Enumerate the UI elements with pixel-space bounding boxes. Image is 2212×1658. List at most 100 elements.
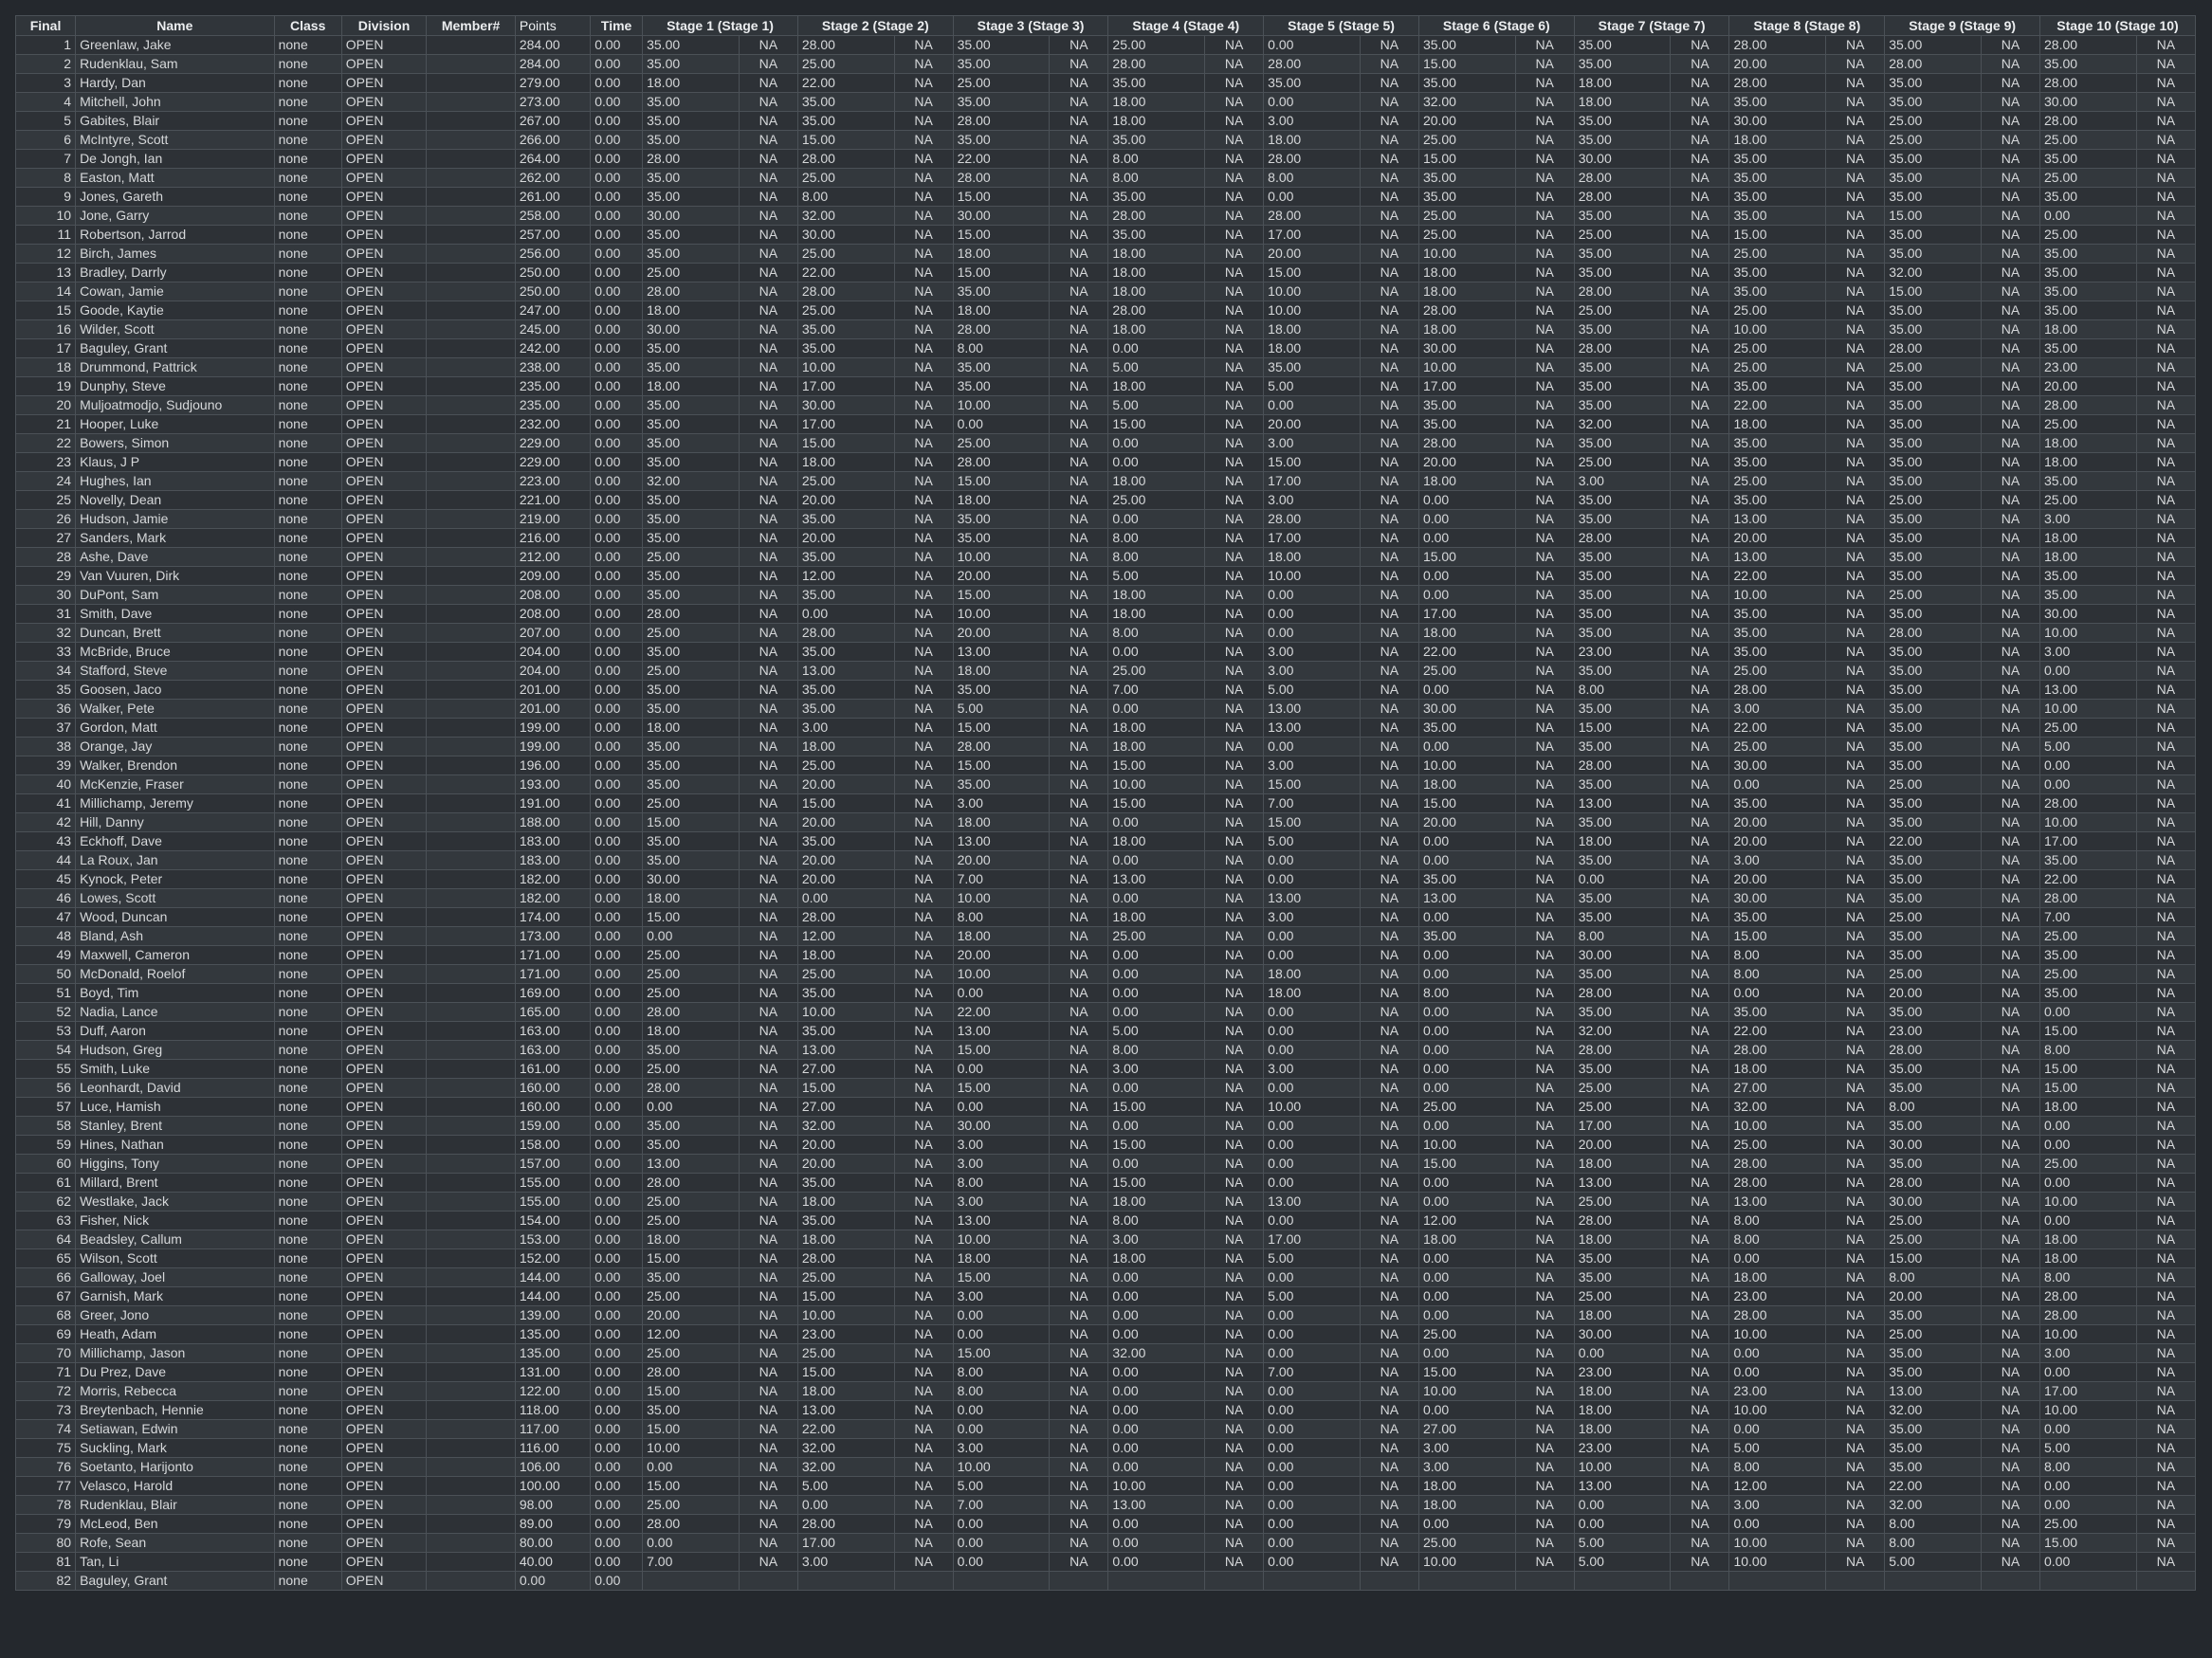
stage-na-cell: NA (1514, 263, 1575, 282)
stage-na-cell: NA (1825, 528, 1886, 548)
stage-na-cell: NA (1980, 831, 2041, 851)
stage-na-cell: NA (1670, 149, 1730, 169)
stage-na-cell: NA (1670, 1476, 1730, 1496)
stage-score-cell: 23.00 (1728, 1381, 1827, 1401)
col-header-stage-10[interactable]: Stage 10 (Stage 10) (2039, 15, 2196, 36)
stage-na-cell: NA (1359, 263, 1419, 282)
time-cell: 0.00 (590, 1267, 644, 1287)
stage-score-cell: 22.00 (1728, 566, 1827, 586)
name-cell: Klaus, J P (75, 452, 275, 472)
stage-score-cell: 8.00 (1107, 1040, 1206, 1060)
stage-score-cell: 0.00 (1728, 1514, 1827, 1534)
stage-na-cell: NA (1359, 1400, 1419, 1420)
rank-cell: 45 (14, 869, 77, 889)
stage-na-cell: NA (1980, 452, 2041, 472)
stage-na-cell: NA (2135, 73, 2197, 93)
stage-score-cell: 5.00 (1573, 1552, 1672, 1572)
stage-score-cell: 0.00 (952, 1097, 1051, 1117)
time-cell: 0.00 (590, 92, 644, 112)
stage-na-cell: NA (1825, 1021, 1886, 1041)
col-header-stage-4[interactable]: Stage 4 (Stage 4) (1107, 15, 1265, 36)
stage-na-cell: NA (893, 869, 954, 889)
stage-score-cell: 13.00 (2039, 680, 2137, 700)
name-cell: Velasco, Harold (75, 1476, 275, 1496)
points-cell: 279.00 (514, 73, 592, 93)
stage-score-cell: 35.00 (1417, 73, 1516, 93)
table-row: 75 Suckling, Mark none OPEN 116.00 0.00 10.00 N… (14, 1438, 2197, 1458)
stage-na-cell: NA (738, 54, 798, 74)
stage-na-cell: NA (1204, 1173, 1265, 1193)
stage-score-cell: 28.00 (1107, 54, 1206, 74)
stage-na-cell: NA (738, 793, 798, 813)
stage-na-cell: NA (1670, 1362, 1730, 1382)
stage-na-cell: NA (1514, 1135, 1575, 1155)
stage-na-cell: NA (1980, 869, 2041, 889)
col-header-name[interactable]: Name (75, 15, 275, 36)
stage-score-cell: 30.00 (952, 1116, 1051, 1136)
col-header-points[interactable]: Points (514, 15, 592, 36)
stage-score-cell: 15.00 (1107, 793, 1206, 813)
stage-score-cell: 35.00 (952, 282, 1051, 301)
stage-score-cell: 28.00 (1884, 1040, 1982, 1060)
table-row: 7 De Jongh, Ian none OPEN 264.00 0.00 28.00 NA 2… (14, 149, 2197, 169)
stage-score-cell: 18.00 (1417, 1476, 1516, 1496)
name-cell: Jone, Garry (75, 206, 275, 226)
time-cell: 0.00 (590, 225, 644, 245)
col-header-final[interactable]: Final (14, 15, 77, 36)
stage-score-cell: 3.00 (952, 1154, 1051, 1174)
stage-score-cell: 28.00 (1884, 623, 1982, 643)
stage-score-cell: 35.00 (2039, 282, 2137, 301)
stage-score-cell: 13.00 (1728, 547, 1827, 567)
stage-na-cell: NA (1825, 907, 1886, 927)
stage-na-cell: NA (1670, 964, 1730, 984)
col-header-stage-8[interactable]: Stage 8 (Stage 8) (1728, 15, 1886, 36)
col-header-stage-7[interactable]: Stage 7 (Stage 7) (1573, 15, 1730, 36)
class-cell: none (273, 54, 342, 74)
member-cell (426, 907, 516, 927)
col-header-stage-6[interactable]: Stage 6 (Stage 6) (1417, 15, 1575, 36)
stage-na-cell: NA (1049, 680, 1109, 700)
stage-na-cell: NA (738, 1040, 798, 1060)
stage-na-cell: NA (893, 604, 954, 624)
rank-cell: 44 (14, 850, 77, 870)
stage-score-cell: 35.00 (2039, 54, 2137, 74)
stage-score-cell: 15.00 (952, 1267, 1051, 1287)
stage-na-cell: NA (1049, 35, 1109, 55)
stage-score-cell: 20.00 (796, 1154, 895, 1174)
col-header-member[interactable]: Member# (426, 15, 516, 36)
col-header-time[interactable]: Time (590, 15, 644, 36)
stage-score-cell: 0.00 (1417, 907, 1516, 927)
rank-cell: 4 (14, 92, 77, 112)
stage-score-cell: 18.00 (1107, 111, 1206, 131)
stage-score-cell: 0.00 (1263, 35, 1361, 55)
stage-na-cell: NA (893, 187, 954, 207)
col-header-stage-3[interactable]: Stage 3 (Stage 3) (952, 15, 1109, 36)
stage-score-cell: 23.00 (1573, 642, 1672, 662)
col-header-class[interactable]: Class (273, 15, 342, 36)
stage-score-cell: 0.00 (1417, 831, 1516, 851)
col-header-stage-9[interactable]: Stage 9 (Stage 9) (1884, 15, 2040, 36)
member-cell (426, 737, 516, 756)
stage-na-cell: NA (1670, 92, 1730, 112)
time-cell: 0.00 (590, 490, 644, 510)
rank-cell: 47 (14, 907, 77, 927)
stage-score-cell: 25.00 (1107, 35, 1206, 55)
time-cell: 0.00 (590, 642, 644, 662)
col-header-stage-1[interactable]: Stage 1 (Stage 1) (642, 15, 798, 36)
stage-na-cell: NA (1980, 945, 2041, 965)
col-header-stage-5[interactable]: Stage 5 (Stage 5) (1263, 15, 1419, 36)
col-header-stage-2[interactable]: Stage 2 (Stage 2) (796, 15, 954, 36)
time-cell: 0.00 (590, 926, 644, 946)
name-cell: McBride, Bruce (75, 642, 275, 662)
stage-na-cell: NA (1204, 793, 1265, 813)
stage-score-cell: 8.00 (1884, 1267, 1982, 1287)
table-row: 34 Stafford, Steve none OPEN 204.00 0.00 25.00… (14, 661, 2197, 681)
col-header-division[interactable]: Division (340, 15, 428, 36)
stage-score-cell: 28.00 (1728, 1173, 1827, 1193)
stage-na-cell: NA (1204, 1154, 1265, 1174)
table-row: 66 Galloway, Joel none OPEN 144.00 0.00 35.00 N… (14, 1267, 2197, 1287)
stage-na-cell: NA (1514, 1362, 1575, 1382)
stage-score-cell: 28.00 (642, 1362, 740, 1382)
stage-na-cell: NA (738, 983, 798, 1003)
stage-score-cell: 18.00 (642, 1230, 740, 1249)
